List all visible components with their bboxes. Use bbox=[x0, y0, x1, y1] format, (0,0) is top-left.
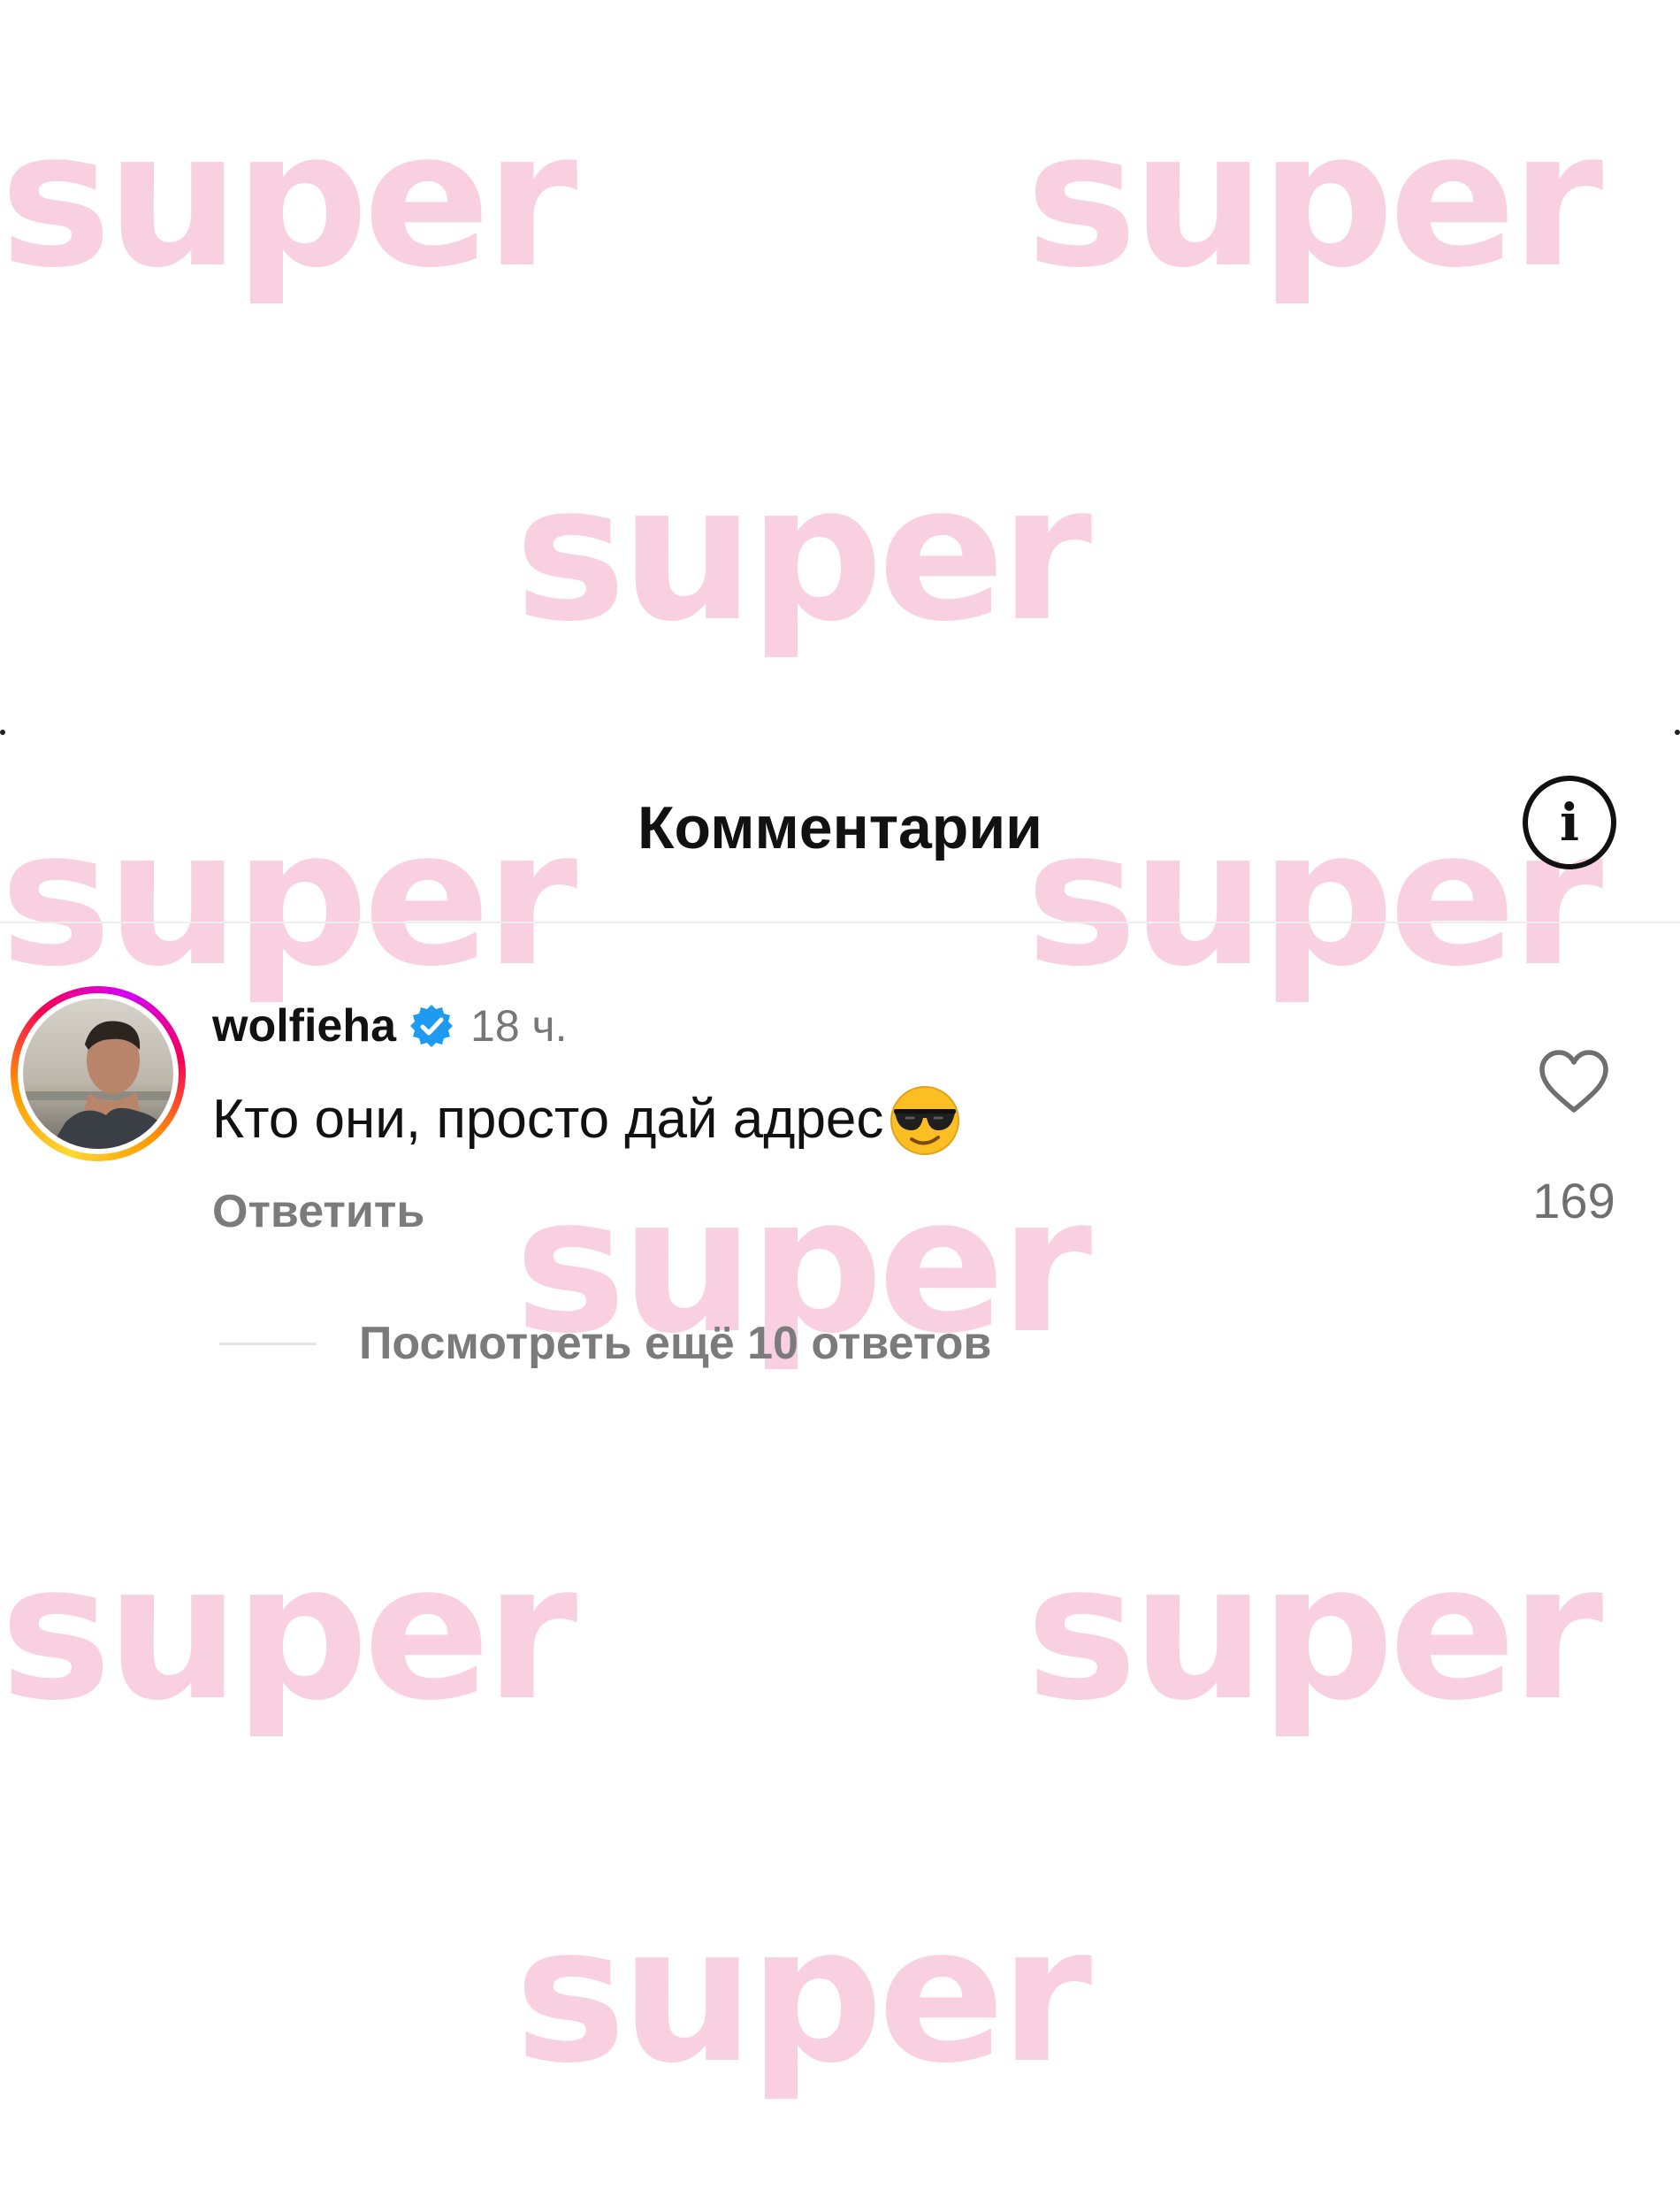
heart-outline-icon[interactable] bbox=[1537, 1048, 1611, 1115]
comment-timestamp: 18 ч. bbox=[470, 1001, 568, 1051]
comment-text: Кто они, просто дай адрес bbox=[212, 1088, 884, 1150]
sheet-title: Комментарии bbox=[638, 794, 1042, 861]
like-count: 169 bbox=[1532, 1173, 1615, 1228]
reply-button[interactable]: Ответить bbox=[212, 1185, 424, 1238]
info-glyph: i bbox=[1559, 792, 1580, 853]
view-more-replies-button[interactable]: Посмотреть ещё 10 ответов bbox=[359, 1317, 991, 1370]
sheet-corner bbox=[1675, 730, 1680, 735]
verified-badge-icon bbox=[409, 1003, 454, 1049]
replies-divider-line bbox=[219, 1343, 317, 1345]
comments-sheet: Комментарии i wolfieha 18 ч. Кто они, пр… bbox=[0, 730, 1680, 1402]
avatar bbox=[23, 999, 173, 1149]
watermark: super bbox=[0, 90, 577, 309]
watermark: super bbox=[515, 444, 1092, 662]
comment-meta: wolfieha 18 ч. bbox=[212, 995, 567, 1057]
header-divider bbox=[0, 922, 1680, 923]
watermark: super bbox=[1026, 90, 1603, 309]
screenshot-page: super super super super super super supe… bbox=[0, 0, 1680, 2204]
watermark: super bbox=[1026, 1523, 1603, 1741]
username-link[interactable]: wolfieha bbox=[212, 999, 396, 1052]
avatar-story-ring[interactable] bbox=[11, 986, 186, 1161]
watermark: super bbox=[0, 1523, 577, 1741]
watermark: super bbox=[515, 1886, 1092, 2104]
sunglasses-emoji-icon bbox=[885, 1079, 965, 1159]
info-icon[interactable]: i bbox=[1523, 776, 1616, 869]
sheet-corner bbox=[0, 730, 5, 735]
comment-body: Кто они, просто дай адрес bbox=[212, 1079, 965, 1159]
